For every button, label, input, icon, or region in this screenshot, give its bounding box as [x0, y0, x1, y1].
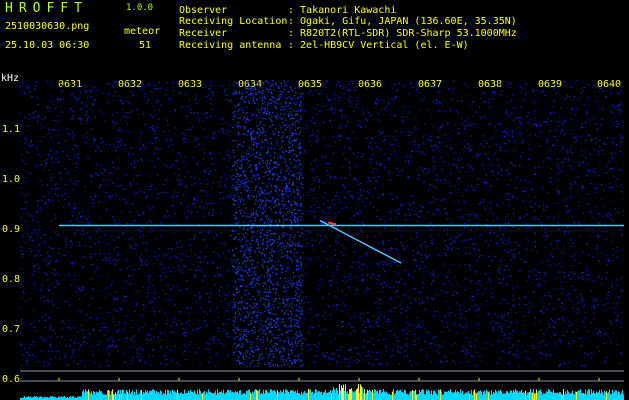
meteor-label: meteor — [124, 26, 161, 37]
receiver-key: Receiver — [179, 28, 228, 39]
noise-field — [20, 80, 624, 368]
spectrogram-plot — [20, 80, 624, 400]
y-tick-label: 0.9 — [2, 224, 21, 235]
receiver-value: : R820T2(RTL-SDR) SDR-Sharp 53.1000MHz — [288, 28, 517, 39]
hrofft-window: HROFFT 1.0.0 2510030630.png meteor 25.10… — [0, 0, 629, 400]
capture-datetime: 25.10.03 06:30 — [5, 40, 90, 51]
y-tick-label: 1.0 — [2, 174, 21, 185]
observer-value: : Takanori Kawachi — [288, 5, 397, 16]
app-logo: HROFFT — [5, 1, 88, 16]
image-filename: 2510030630.png — [5, 21, 90, 32]
location-key: Receiving Location — [179, 16, 288, 27]
y-tick-label: 0.7 — [2, 324, 21, 335]
observer-key: Observer — [179, 5, 228, 16]
y-tick-label: 0.8 — [2, 274, 21, 285]
meteor-count: 51 — [139, 40, 152, 51]
y-tick-label: 1.1 — [2, 124, 21, 135]
y-unit-label: kHz — [1, 73, 20, 84]
antenna-value: : 2el-HB9CV Vertical (el. E-W) — [288, 40, 469, 51]
y-tick-label: 0.6 — [2, 374, 21, 385]
location-value: : Ogaki, Gifu, JAPAN (136.60E, 35.35N) — [288, 16, 517, 27]
signal-strength-bar — [20, 384, 624, 400]
meteor-head — [327, 221, 337, 226]
app-version: 1.0.0 — [126, 3, 154, 13]
antenna-key: Receiving antenna — [179, 40, 282, 51]
